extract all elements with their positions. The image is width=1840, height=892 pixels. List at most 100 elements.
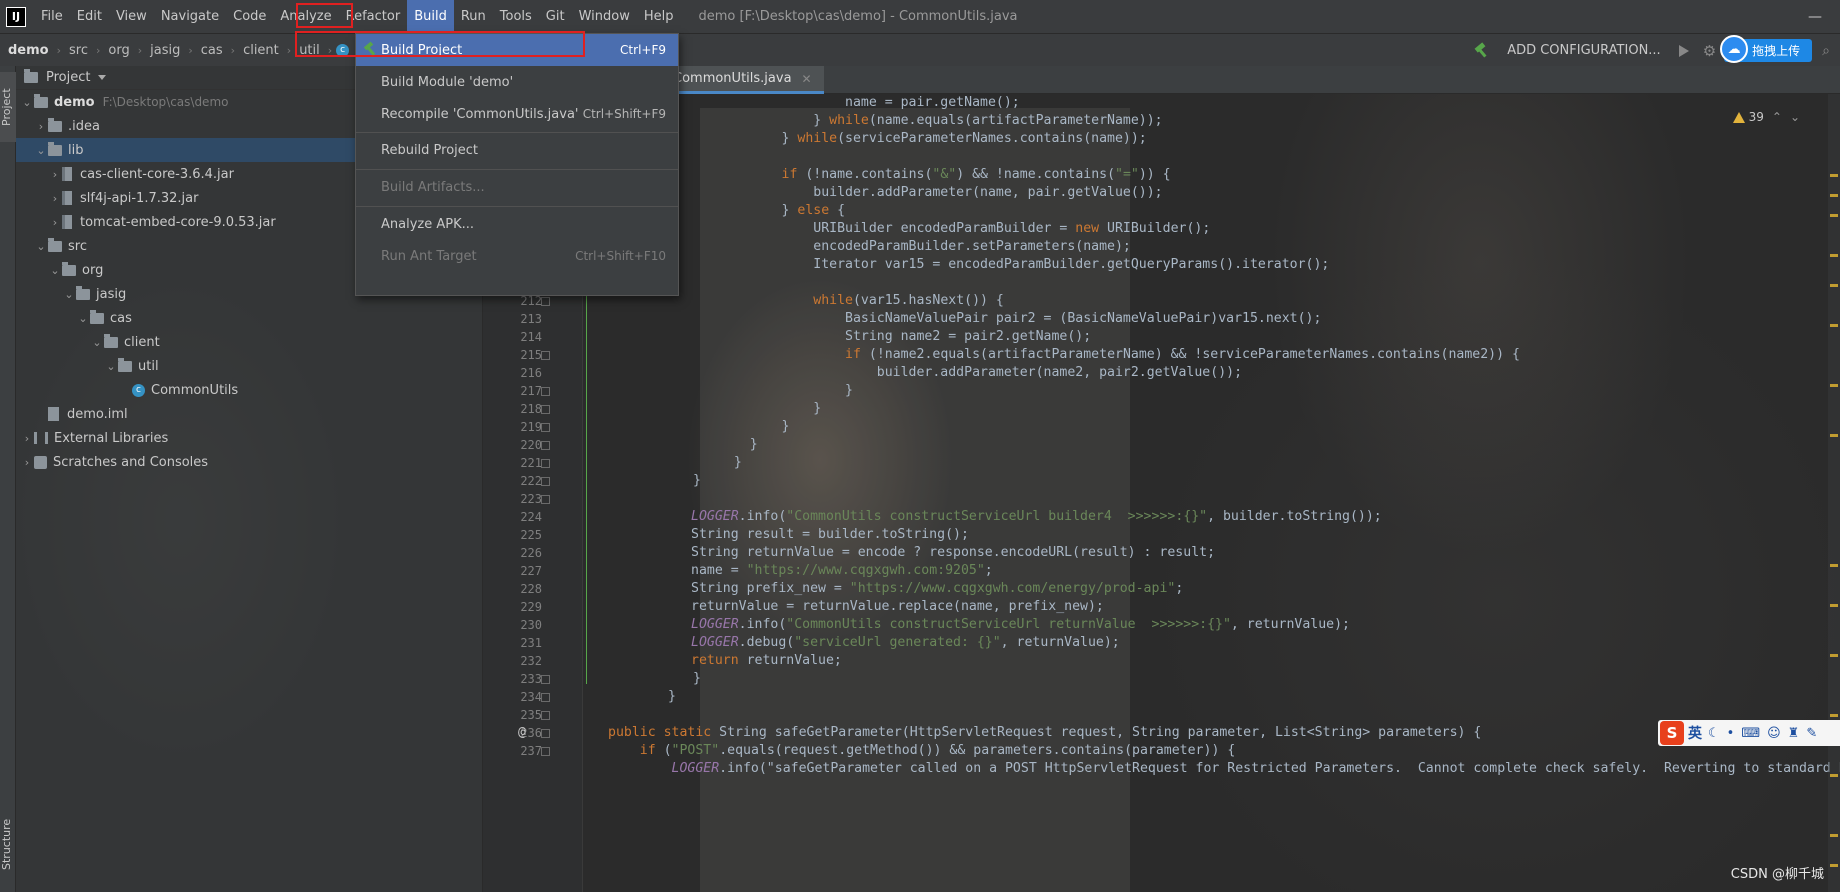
close-icon[interactable]: ✕ (802, 72, 812, 86)
code-line[interactable]: returnValue = returnValue.replace(name, … (691, 598, 1104, 616)
code-line[interactable]: BasicNameValuePair pair2 = (BasicNameVal… (718, 310, 1321, 328)
scrollbar-warning-mark[interactable] (1830, 834, 1838, 837)
menu-analyze[interactable]: Analyze (273, 0, 338, 33)
chevron-down-icon[interactable]: ⌄ (62, 288, 76, 301)
code-line[interactable]: while(var15.hasNext()) { (718, 292, 1004, 310)
code-line[interactable]: } (718, 400, 821, 418)
fold-toggle-icon[interactable] (541, 387, 550, 396)
code-line[interactable]: LOGGER.debug("serviceUrl generated: {}",… (691, 634, 1120, 652)
fold-toggle-icon[interactable] (541, 351, 550, 360)
fold-toggle-icon[interactable] (541, 405, 550, 414)
chevron-right-icon[interactable]: › (20, 456, 34, 469)
scrollbar-warning-mark[interactable] (1830, 384, 1838, 387)
breadcrumb-item[interactable]: org (100, 43, 137, 58)
code-line[interactable]: encodedParamBuilder.setParameters(name); (718, 238, 1131, 256)
code-line[interactable]: } (718, 382, 853, 400)
tab-commonutils[interactable]: CommonUtils.java ✕ (661, 66, 824, 94)
chevron-down-icon[interactable]: ⌄ (76, 312, 90, 325)
code-line[interactable]: String result = builder.toString(); (691, 526, 969, 544)
menu-edit[interactable]: Edit (70, 0, 109, 33)
search-icon[interactable]: ⌕ (1822, 43, 1830, 59)
breadcrumb-item[interactable]: client (235, 43, 287, 58)
code-line[interactable]: public static String safeGetParameter(Ht… (608, 724, 1481, 742)
menu-item-analyze-apk[interactable]: Analyze APK... (356, 208, 678, 240)
tree-item[interactable]: › External Libraries (16, 426, 483, 450)
code-line[interactable]: String name2 = pair2.getName(); (718, 328, 1091, 346)
fold-toggle-icon[interactable] (541, 747, 550, 756)
chevron-right-icon[interactable]: › (48, 216, 62, 229)
menu-tools[interactable]: Tools (493, 0, 539, 33)
fold-toggle-icon[interactable] (541, 459, 550, 468)
breadcrumb-item[interactable]: cas (193, 43, 231, 58)
upload-button[interactable]: ☁ 拖拽上传 (1720, 35, 1813, 63)
code-line[interactable]: LOGGER.info("CommonUtils constructServic… (691, 508, 1382, 526)
menu-refactor[interactable]: Refactor (339, 0, 408, 33)
code-line[interactable]: name = pair.getName(); (718, 94, 1020, 112)
scrollbar-warning-mark[interactable] (1830, 774, 1838, 777)
code-line[interactable]: } (693, 472, 701, 490)
chevron-down-icon[interactable]: ⌄ (34, 144, 48, 157)
menu-window[interactable]: Window (572, 0, 637, 33)
keyboard-icon[interactable]: ⌨ (1741, 726, 1760, 741)
menu-navigate[interactable]: Navigate (154, 0, 226, 33)
build-hammer-icon[interactable] (1473, 43, 1489, 59)
code-line[interactable]: Iterator var15 = encodedParamBuilder.get… (718, 256, 1329, 274)
punctuation-icon[interactable]: • (1727, 726, 1735, 741)
scrollbar-warning-mark[interactable] (1830, 324, 1838, 327)
breadcrumb-item[interactable]: src (61, 43, 96, 58)
tree-item[interactable]: demo.iml (16, 402, 483, 426)
ime-toolbar[interactable]: S 英 ☾ • ⌨ ☺ ♜ ✎ (1658, 720, 1840, 746)
inspection-widget[interactable]: 39 ⌃ ⌄ (1732, 110, 1800, 124)
code-line[interactable]: } else { (718, 202, 846, 220)
wrench-icon[interactable]: ✎ (1806, 726, 1817, 741)
menu-run[interactable]: Run (454, 0, 493, 33)
code-editor[interactable]: name = pair.getName(); } while(name.equa… (583, 94, 1840, 892)
menu-item-build-module-demo[interactable]: Build Module 'demo' (356, 66, 678, 98)
code-line[interactable]: } (718, 436, 758, 454)
code-line[interactable]: String prefix_new = "https://www.cqgxgwh… (691, 580, 1183, 598)
code-line[interactable]: builder.addParameter(name, pair.getValue… (718, 184, 1162, 202)
chevron-right-icon[interactable]: › (34, 120, 48, 133)
scrollbar-warning-mark[interactable] (1830, 714, 1838, 717)
scrollbar-warning-mark[interactable] (1830, 174, 1838, 177)
chevron-down-icon[interactable]: ⌄ (34, 240, 48, 253)
breadcrumb-item[interactable]: util (291, 43, 328, 58)
code-line[interactable]: LOGGER.info("safeGetParameter called on … (608, 760, 1840, 778)
breadcrumb-item[interactable]: jasig (142, 43, 188, 58)
code-line[interactable]: } while(serviceParameterNames.contains(n… (718, 130, 1147, 148)
tree-item[interactable]: ⌄ cas (16, 306, 483, 330)
chevron-right-icon[interactable]: › (48, 192, 62, 205)
code-line[interactable]: if (!name2.equals(artifactParameterName)… (718, 346, 1520, 364)
menu-item-build-project[interactable]: Build Project Ctrl+F9 (356, 34, 678, 66)
chevron-down-icon[interactable] (98, 75, 107, 80)
menu-view[interactable]: View (109, 0, 154, 33)
chevron-down-icon[interactable]: ⌄ (1790, 110, 1800, 124)
fold-toggle-icon[interactable] (541, 711, 550, 720)
code-line[interactable]: } while(name.equals(artifactParameterNam… (718, 112, 1162, 130)
menu-build[interactable]: Build (407, 0, 454, 33)
chevron-down-icon[interactable]: ⌄ (104, 360, 118, 373)
tree-item[interactable]: › Scratches and Consoles (16, 450, 483, 474)
fold-toggle-icon[interactable] (541, 495, 550, 504)
chevron-up-icon[interactable]: ⌃ (1772, 110, 1782, 124)
scrollbar-warning-mark[interactable] (1830, 254, 1838, 257)
scrollbar-warning-mark[interactable] (1830, 434, 1838, 437)
code-line[interactable]: if (!name.contains("&") && !name.contain… (718, 166, 1171, 184)
scrollbar-warning-mark[interactable] (1830, 654, 1838, 657)
minimize-button[interactable]: — (1800, 9, 1830, 25)
scrollbar-warning-mark[interactable] (1830, 284, 1838, 287)
fold-toggle-icon[interactable] (541, 297, 550, 306)
project-tool-tab[interactable]: Project (0, 72, 16, 142)
tree-item[interactable]: ⌄ client (16, 330, 483, 354)
code-line[interactable]: URIBuilder encodedParamBuilder = new URI… (718, 220, 1210, 238)
menu-code[interactable]: Code (226, 0, 273, 33)
fold-toggle-icon[interactable] (541, 441, 550, 450)
menu-file[interactable]: File (34, 0, 70, 33)
scrollbar-warning-mark[interactable] (1830, 604, 1838, 607)
fold-toggle-icon[interactable] (541, 675, 550, 684)
override-marker-icon[interactable]: @ (518, 725, 526, 740)
structure-tool-tab[interactable]: Structure (0, 804, 16, 884)
tree-item[interactable]: c CommonUtils (16, 378, 483, 402)
chevron-right-icon[interactable]: › (48, 168, 62, 181)
menu-item-recompile-commonutils-java[interactable]: Recompile 'CommonUtils.java' Ctrl+Shift+F… (356, 98, 678, 130)
